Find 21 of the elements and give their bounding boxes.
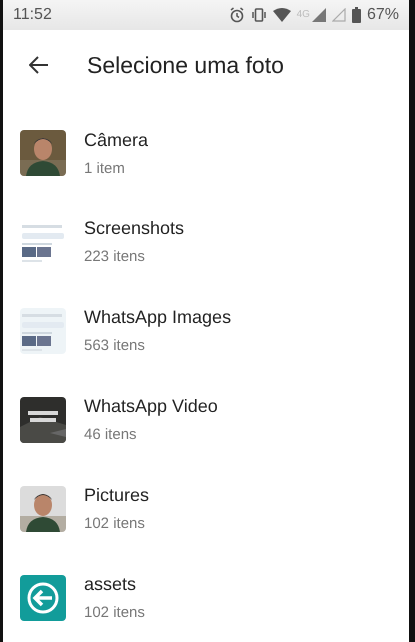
wifi-icon	[272, 8, 291, 22]
signal-icon	[312, 8, 326, 22]
item-count: 102 itens	[84, 515, 146, 532]
album-name[interactable]: Screenshots	[84, 218, 184, 240]
battery-percent: 67%	[366, 6, 399, 24]
page-title: Selecione uma foto	[87, 52, 284, 79]
item-count: 102 itens	[84, 604, 145, 622]
album-name[interactable]: Câmera	[84, 130, 148, 151]
alarm-icon	[228, 6, 245, 23]
item-count: 563 itens	[84, 337, 146, 354]
vibrate-icon	[250, 8, 267, 22]
item-count: 1 item	[84, 160, 126, 177]
album-name[interactable]: WhatsApp Images	[84, 307, 232, 328]
signal-icon	[332, 8, 346, 22]
album-name[interactable]: WhatsApp Video	[84, 396, 218, 418]
status-time: 11:52	[13, 6, 53, 24]
battery-icon	[352, 6, 361, 23]
album-name[interactable]: Pictures	[84, 485, 150, 506]
album-name[interactable]: assets	[84, 574, 145, 596]
item-count: 223 itens	[84, 248, 146, 266]
item-count: 46 itens	[84, 426, 138, 444]
